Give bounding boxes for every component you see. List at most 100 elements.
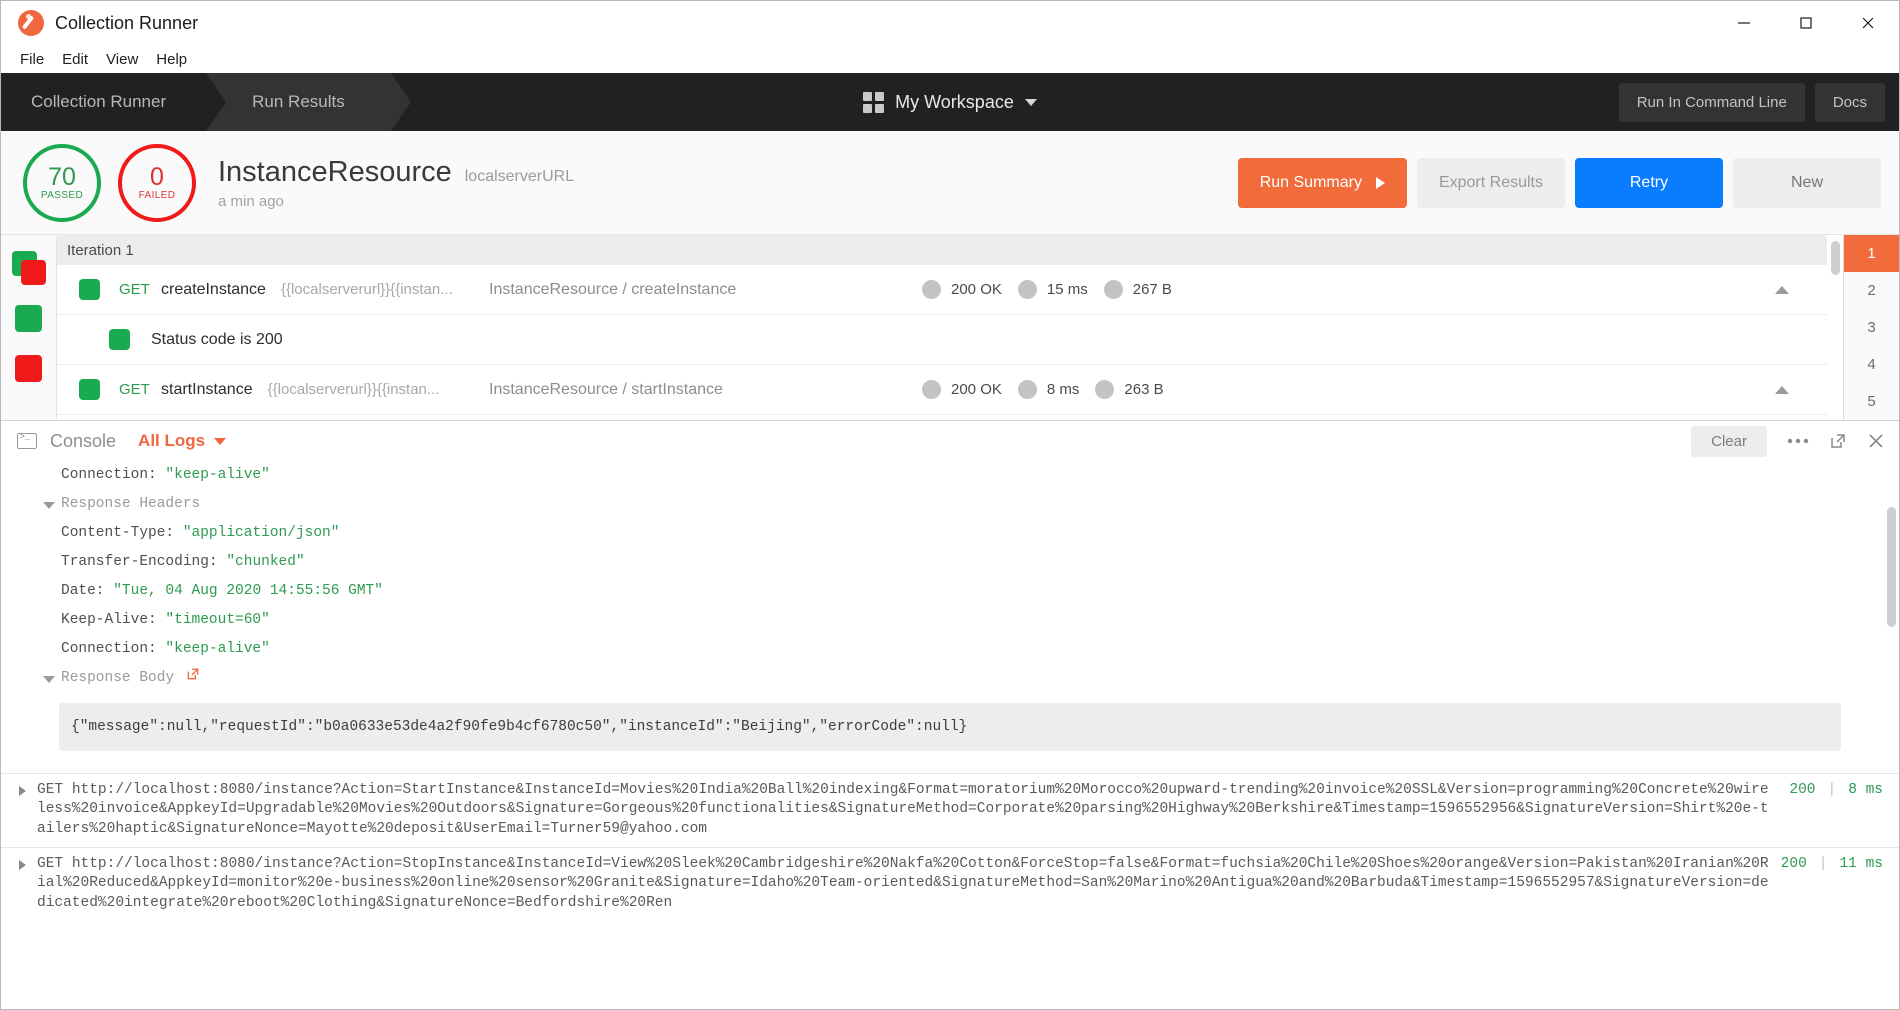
request-log-url-text: http://localhost:8080/instance?Action=St… (37, 855, 1769, 912)
row-status-square-icon (79, 279, 100, 300)
log-group-label: Response Headers (61, 495, 201, 512)
menu-edit[interactable]: Edit (53, 49, 97, 70)
pass-square-icon (15, 304, 42, 332)
run-summary-button[interactable]: Run Summary (1237, 158, 1407, 208)
request-url: {{localserverurl}}{{instan... (280, 281, 453, 298)
log-line: Content-Type: "application/json" (1, 519, 1899, 548)
tab-collection-runner-label: Collection Runner (31, 92, 167, 111)
iteration-item-5[interactable]: 5 (1844, 383, 1899, 420)
expand-triangle-icon (19, 859, 26, 870)
close-console-icon[interactable] (1867, 432, 1885, 450)
console-scrollbar-thumb[interactable] (1887, 507, 1896, 627)
status-dot-icon (922, 280, 941, 299)
log-line: Date: "Tue, 04 Aug 2020 14:55:56 GMT" (1, 577, 1899, 606)
request-log-time: 8 ms (1848, 781, 1883, 798)
tab-collection-runner[interactable]: Collection Runner (1, 73, 227, 131)
menu-view[interactable]: View (97, 49, 147, 70)
passed-donut: 70 PASSED (23, 143, 101, 222)
play-arrow-icon (1375, 177, 1385, 189)
failed-label: FAILED (138, 190, 176, 202)
request-url: {{localserverurl}}{{instan... (267, 381, 440, 398)
request-path: InstanceResource / startInstance (489, 380, 723, 398)
chevron-up-icon[interactable] (1775, 285, 1789, 294)
request-path: InstanceResource / createInstance (489, 280, 737, 298)
close-icon[interactable] (1837, 1, 1899, 45)
log-key: Connection: (61, 467, 157, 483)
response-time: 8 ms (1046, 381, 1080, 398)
console-header: Console All Logs Clear (1, 421, 1899, 461)
response-status: 200 OK (951, 381, 1002, 398)
menu-bar: File Edit View Help (1, 45, 1899, 73)
log-value: "timeout=60" (165, 611, 270, 628)
collection-runner-window: Collection Runner File Edit View Help Co… (0, 0, 1900, 1010)
test-name: Status code is 200 (151, 330, 283, 348)
iteration-item-1[interactable]: 1 (1844, 235, 1899, 272)
chevron-down-icon (1024, 98, 1037, 106)
response-body-content: {"message":null,"requestId":"b0a0633e53d… (59, 702, 1841, 751)
console-panel: Console All Logs Clear Connection: "keep… (1, 420, 1899, 1009)
log-group-response-headers[interactable]: Response Headers (1, 490, 1899, 519)
window-controls (1713, 1, 1899, 45)
request-log-entry[interactable]: GET http://localhost:8080/instance?Actio… (1, 846, 1899, 921)
workspace-name: My Workspace (895, 91, 1014, 112)
window-title: Collection Runner (55, 12, 199, 33)
retry-button[interactable]: Retry (1575, 158, 1723, 208)
console-scrollbar[interactable] (1887, 507, 1897, 627)
response-status: 200 OK (951, 281, 1002, 298)
iteration-selector: 1 2 3 4 5 (1843, 235, 1899, 420)
minimize-icon[interactable] (1713, 1, 1775, 45)
response-size: 263 B (1124, 381, 1164, 398)
request-log-method: GET (37, 781, 64, 798)
status-dot-icon (922, 380, 941, 399)
open-external-icon[interactable] (1829, 432, 1847, 450)
results-scrollbar[interactable] (1831, 241, 1841, 416)
request-log-meta: 200 | 11 ms (1781, 855, 1883, 875)
request-stats: 200 OK 8 ms 263 B (922, 380, 1170, 399)
terminal-icon (17, 432, 37, 449)
console-title: Console (50, 430, 117, 451)
request-log-entry[interactable]: GET http://localhost:8080/instance?Actio… (1, 772, 1899, 847)
log-value: "keep-alive" (165, 640, 270, 657)
new-button[interactable]: New (1733, 158, 1881, 208)
clear-console-button[interactable]: Clear (1691, 425, 1767, 457)
run-summary-bar: 70 PASSED 0 FAILED InstanceResource loca… (1, 131, 1899, 235)
iteration-item-2[interactable]: 2 (1844, 272, 1899, 309)
chevron-up-icon[interactable] (1775, 385, 1789, 394)
request-stats: 200 OK 15 ms 267 B (922, 280, 1178, 299)
expand-triangle-icon (19, 785, 26, 796)
open-body-external-icon[interactable] (186, 666, 200, 690)
request-method: GET (119, 381, 150, 398)
divider: | (1827, 781, 1837, 798)
menu-file[interactable]: File (11, 49, 53, 70)
iteration-item-3[interactable]: 3 (1844, 309, 1899, 346)
request-log-url-text: http://localhost:8080/instance?Action=St… (37, 781, 1769, 837)
run-in-command-line-button[interactable]: Run In Command Line (1618, 82, 1805, 122)
rail-pass-indicator (1, 293, 56, 343)
request-log-status: 200 (1780, 855, 1807, 872)
workspace-selector[interactable]: My Workspace (863, 91, 1037, 113)
size-dot-icon (1095, 380, 1115, 399)
log-group-response-body[interactable]: Response Body (1, 664, 1899, 693)
menu-help[interactable]: Help (147, 49, 196, 70)
export-results-button[interactable]: Export Results (1416, 158, 1565, 208)
request-log-meta: 200 | 8 ms (1789, 781, 1883, 801)
more-options-icon[interactable] (1787, 438, 1809, 444)
results-scrollbar-thumb[interactable] (1831, 241, 1840, 275)
rail-combo-indicator (1, 243, 56, 293)
console-log-output[interactable]: Connection: "keep-alive" Response Header… (1, 461, 1899, 1009)
iteration-item-4[interactable]: 4 (1844, 346, 1899, 383)
time-dot-icon (1017, 280, 1037, 299)
results-region: Iteration 1 GET createInstance {{localse… (1, 235, 1899, 420)
tab-run-results[interactable]: Run Results (206, 73, 411, 131)
log-value: "Tue, 04 Aug 2020 14:55:56 GMT" (113, 582, 383, 599)
log-filter-dropdown[interactable]: All Logs (138, 431, 227, 451)
table-row[interactable]: GET createInstance {{localserverurl}}{{i… (57, 265, 1827, 315)
table-row[interactable]: GET startInstance {{localserverurl}}{{in… (57, 365, 1827, 415)
results-left-rail (1, 235, 57, 420)
log-value: "keep-alive" (165, 467, 270, 483)
docs-button[interactable]: Docs (1814, 82, 1885, 122)
request-log-time: 11 ms (1839, 855, 1883, 872)
log-key: Keep-Alive: (61, 611, 157, 628)
maximize-icon[interactable] (1775, 1, 1837, 45)
title-bar: Collection Runner (1, 1, 1899, 45)
